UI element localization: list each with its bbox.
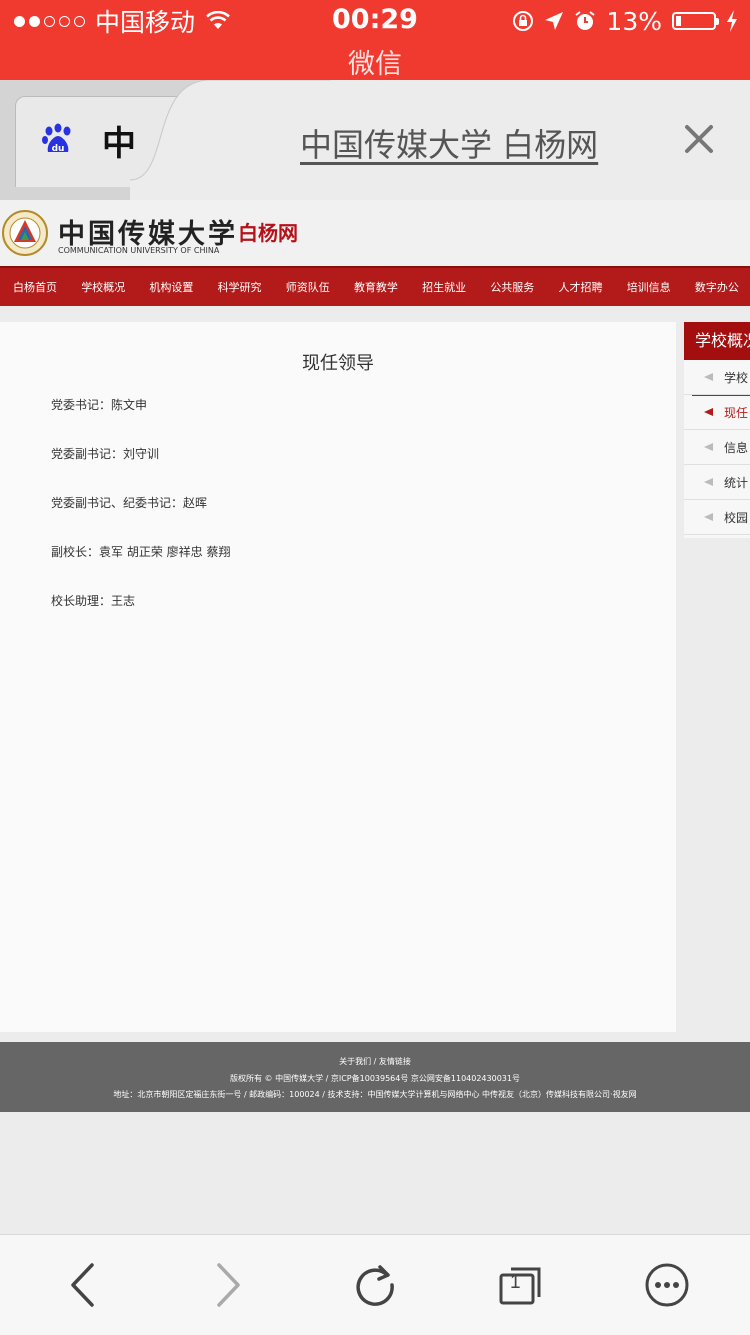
nav-item-research[interactable]: 科学研究 — [205, 279, 273, 295]
status-bar: 中国移动 00:29 13% 微信 — [0, 0, 750, 80]
refresh-button[interactable] — [345, 1259, 405, 1311]
site-header: 中国传媒大学 COMMUNICATION UNIVERSITY OF CHINA… — [0, 200, 750, 266]
browser-title-bar: du 中 中国传媒大学 白杨网 — [0, 80, 750, 201]
leader-line: 党委书记：陈文申 — [51, 398, 148, 412]
university-emblem-icon — [2, 210, 48, 256]
app-name: 微信 — [348, 49, 402, 80]
nav-item-recruitment[interactable]: 人才招聘 — [546, 279, 614, 295]
tabs-button[interactable]: 1 — [490, 1259, 550, 1311]
side-menu-item[interactable]: 校园 — [684, 500, 750, 535]
back-button[interactable] — [53, 1259, 113, 1311]
charging-icon — [727, 10, 737, 32]
baidu-paw-icon: du — [42, 123, 71, 154]
side-menu-item[interactable]: 学校 — [684, 360, 750, 395]
page-title: 中国传媒大学 白杨网 — [300, 126, 599, 164]
arrow-left-icon — [704, 408, 713, 416]
arrow-left-icon — [704, 513, 713, 521]
web-content: 中国传媒大学 COMMUNICATION UNIVERSITY OF CHINA… — [0, 200, 750, 1234]
footer-copyright: 版权所有 © 中国传媒大学 / 京ICP备10039564号 京公网安备1104… — [230, 1074, 520, 1083]
nav-item-training[interactable]: 培训信息 — [614, 279, 682, 295]
side-menu-heading: 学校概况 — [684, 322, 750, 360]
side-menu-item-active[interactable]: 现任 — [684, 395, 750, 430]
more-icon — [645, 1263, 689, 1307]
location-icon — [545, 12, 564, 30]
forward-button[interactable] — [198, 1259, 258, 1311]
battery-icon — [672, 12, 719, 30]
side-menu-item-label: 现任 — [724, 405, 749, 420]
site-footer: 关于我们 / 友情链接 版权所有 © 中国传媒大学 / 京ICP备1003956… — [0, 1042, 750, 1112]
content-title: 现任领导 — [302, 353, 374, 374]
browser-toolbar: 1 — [0, 1234, 750, 1335]
nav-item-services[interactable]: 公共服务 — [477, 279, 545, 295]
arrow-left-icon — [704, 373, 713, 381]
leader-line: 党委副书记、纪委书记：赵晖 — [51, 496, 208, 510]
back-icon — [71, 1263, 94, 1307]
refresh-icon — [356, 1265, 394, 1306]
leader-line: 副校长：袁军 胡正荣 廖祥忠 蔡翔 — [51, 545, 231, 559]
side-menu: 学校概况 学校 现任 信息 统计 校园 — [684, 322, 750, 538]
nav-item-departments[interactable]: 机构设置 — [136, 279, 204, 295]
alarm-icon — [575, 11, 596, 30]
nav-item-home[interactable]: 白杨首页 — [0, 279, 68, 295]
content-panel: 现任领导 党委书记：陈文申 党委副书记：刘守训 党委副书记、纪委书记：赵晖 副校… — [0, 322, 676, 1032]
main-nav: 白杨首页 学校概况 机构设置 科学研究 师资队伍 教育教学 招生就业 公共服务 … — [0, 266, 750, 306]
leader-line: 党委副书记：刘守训 — [51, 447, 160, 461]
side-menu-item-label: 统计 — [724, 475, 749, 490]
arrow-left-icon — [704, 478, 713, 486]
university-name-en: COMMUNICATION UNIVERSITY OF CHINA — [58, 246, 220, 255]
footer-address: 地址：北京市朝阳区定福庄东街一号 / 邮政编码：100024 / 技术支持：中国… — [113, 1090, 637, 1099]
side-menu-item[interactable]: 信息 — [684, 430, 750, 465]
arrow-left-icon — [704, 443, 713, 451]
rotation-lock-icon — [513, 11, 534, 31]
close-icon[interactable] — [684, 124, 714, 154]
side-menu-item-label: 校园 — [724, 510, 749, 525]
tab-count: 1 — [510, 1272, 521, 1293]
side-menu-item[interactable]: 统计 — [684, 465, 750, 500]
nav-item-faculty[interactable]: 师资队伍 — [273, 279, 341, 295]
battery-percent: 13% — [606, 6, 662, 36]
svg-text:du: du — [52, 144, 65, 154]
side-menu-item-label: 学校 — [724, 370, 749, 385]
more-button[interactable] — [637, 1259, 697, 1311]
leader-line: 校长助理：王志 — [51, 594, 136, 608]
status-right: 13% — [512, 6, 738, 36]
nav-item-admissions[interactable]: 招生就业 — [409, 279, 477, 295]
forward-icon — [217, 1263, 240, 1307]
nav-item-digital-office[interactable]: 数字办公 — [682, 279, 750, 295]
footer-links[interactable]: 关于我们 / 友情链接 — [0, 1056, 750, 1067]
subsite-name[interactable]: 白杨网 — [238, 217, 298, 246]
nav-item-education[interactable]: 教育教学 — [341, 279, 409, 295]
side-menu-item-label: 信息 — [724, 440, 749, 455]
nav-item-overview[interactable]: 学校概况 — [68, 279, 136, 295]
